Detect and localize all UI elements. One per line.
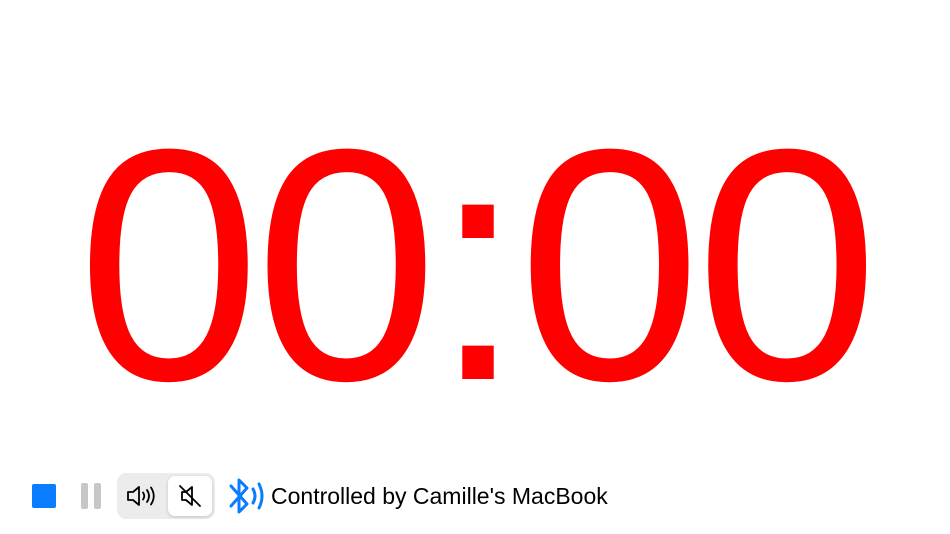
pause-icon [81,483,88,509]
control-bar: Controlled by Camille's MacBook [30,472,608,520]
speaker-wave-icon [126,486,155,506]
sound-off-option[interactable] [168,476,212,516]
controlled-by-label: Controlled by Camille's MacBook [271,482,608,509]
timer-screen: 00:00 Controlled by Camille's MacBook [0,0,950,534]
bluetooth-connection [223,472,269,520]
pause-icon [94,483,101,509]
sound-on-option[interactable] [117,473,166,519]
speaker-muted-icon [179,485,201,507]
bluetooth-icon [229,478,264,514]
countdown-display: 00:00 [77,80,879,449]
sound-toggle[interactable] [117,473,215,519]
pause-button[interactable] [81,483,101,509]
stop-button[interactable] [32,484,56,508]
